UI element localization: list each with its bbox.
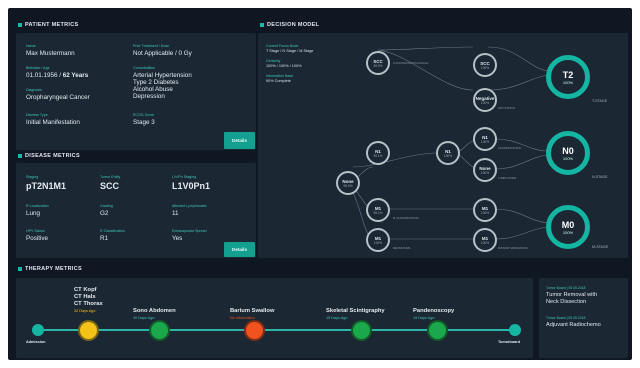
n-stage-result[interactable]: N0 100% xyxy=(546,131,590,175)
comorbidity-item: Arterial Hypertension xyxy=(133,72,192,79)
therapy-section-title: THERAPY METRICS xyxy=(18,266,82,272)
disease-type-label: Disease Type xyxy=(26,113,48,117)
timeline-event-label: Sono Abdomen xyxy=(133,308,176,314)
comorbidities-label: Comorbidities xyxy=(133,66,155,70)
decision-node[interactable]: M1 95.1% xyxy=(366,198,390,222)
edge-label: LOCATION/HISTOLOGICAL xyxy=(393,61,429,65)
birthdate-label: Birthdate / Age xyxy=(26,66,50,70)
timeline-event-dot[interactable] xyxy=(353,322,370,339)
tumorboard-label: Tumorboard xyxy=(498,340,521,344)
timeline-event-date: 30 Days Ago xyxy=(133,316,155,320)
timeline-event-date: 19 Days Ago xyxy=(326,316,348,320)
prior-value: Not Applicable / 0 Gy xyxy=(133,50,192,57)
grading-label: Grading xyxy=(100,204,113,208)
disease-details-button[interactable]: Details xyxy=(224,242,255,257)
m-stage-label: M-STAGE xyxy=(592,245,609,249)
decision-node[interactable]: N1 95.1% xyxy=(366,141,390,165)
decision-node[interactable]: SCC 100% xyxy=(473,53,497,77)
t-stage-result[interactable]: T2 100% xyxy=(546,55,590,99)
prior-label: Prior Treatment / Dose xyxy=(133,44,170,48)
rclass-value: R1 xyxy=(100,235,109,242)
extracapsular-label: Extracapsular Spread xyxy=(172,229,207,233)
tumor-label: Tumor Entity xyxy=(100,175,121,179)
lvpn-label: L/V/Pn Staging xyxy=(172,175,196,179)
decision-node[interactable]: None 95.0% xyxy=(336,171,360,195)
decision-node[interactable]: N1 100% xyxy=(436,141,460,165)
extracapsular-value: Yes xyxy=(172,235,183,242)
timeline-event-label: CT Kopf xyxy=(74,287,97,293)
timeline-event-label: Skeletal Scintigraphy xyxy=(326,308,385,314)
timeline-event-label: Pandenoscopy xyxy=(413,308,455,314)
timeline-event-date: 32 Days Ago xyxy=(74,309,96,313)
staging-label: Staging xyxy=(26,175,39,179)
patient-panel: Name Max Mustermann Birthdate / Age 01.0… xyxy=(16,33,256,150)
patient-section-title: PATIENT METRICS xyxy=(18,22,79,28)
tumor-value: SCC xyxy=(100,181,120,191)
admission-label: Admission xyxy=(26,340,46,344)
decision-node[interactable]: None 100% xyxy=(473,158,497,182)
comorbidity-item: Alcohol Abuse xyxy=(133,86,173,93)
lymphnodes-value: 11 xyxy=(172,210,179,217)
disease-section-title: DISEASE METRICS xyxy=(18,153,80,159)
timeline-event-date: 15 Days Ago xyxy=(413,316,435,320)
tumor-board-decision: Adjuvant Radiochemo xyxy=(546,322,601,328)
diagnosis-value: Oropharyngeal Cancer xyxy=(26,94,90,101)
tumorboard-dot[interactable] xyxy=(509,324,521,336)
n-stage-label: N-STAGE xyxy=(592,175,608,179)
localization-value: Lung xyxy=(26,210,41,217)
birthdate-value: 01.01.1956 / 62 Years xyxy=(26,72,89,79)
timeline-event-date: No information xyxy=(230,316,255,320)
timeline-event-label: CT Hals xyxy=(74,294,96,300)
edge-label: R CLASSIFICATION xyxy=(393,216,419,220)
disease-panel: Staging pT2N1M1 Tumor Entity SCC L/V/Pn … xyxy=(16,163,256,258)
patient-details-button[interactable]: Details xyxy=(224,132,255,149)
hpv-label: HPV Status xyxy=(26,229,45,233)
tumor-board-decision: Tumor Removal with xyxy=(546,292,598,298)
comorbidity-item: Depression xyxy=(133,93,165,100)
timeline-event-dot[interactable] xyxy=(80,322,97,339)
lvpn-value: L1V0Pn1 xyxy=(172,181,211,191)
name-value: Max Mustermann xyxy=(26,50,75,57)
decision-node[interactable]: N1 100% xyxy=(473,127,497,151)
rclass-label: R Classification xyxy=(100,229,125,233)
lymphnodes-label: Affected Lymphnodes xyxy=(172,204,207,208)
edge-label: LYMPH NODE xyxy=(498,176,517,180)
diagnosis-label: Diagnosis xyxy=(26,88,42,92)
timeline-event-label: Barium Swallow xyxy=(230,308,275,314)
tumor-board-decision: Neck Dissection xyxy=(546,299,587,305)
ecog-value: Stage 3 xyxy=(133,119,155,126)
staging-value: pT2N1M1 xyxy=(26,181,67,191)
localization-label: R Localization xyxy=(26,204,49,208)
decision-node[interactable]: M1 100% xyxy=(473,198,497,222)
decision-panel: Current Focus Node T Stage / N Stage / M… xyxy=(258,33,628,258)
edge-label: CLASSIFICATION xyxy=(498,146,521,150)
dashboard: PATIENT METRICS Name Max Mustermann Birt… xyxy=(8,8,632,360)
name-label: Name xyxy=(26,44,36,48)
decision-section-title: DECISION MODEL xyxy=(260,22,319,28)
edge-label: HPV STATUS xyxy=(498,106,516,110)
m-stage-result[interactable]: M0 100% xyxy=(546,205,590,249)
timeline-event-dot[interactable] xyxy=(246,322,263,339)
edge-label: DISTANT METASTASIS xyxy=(498,246,528,250)
comorbidity-item: Type 2 Diabetes xyxy=(133,79,179,86)
timeline-event-dot[interactable] xyxy=(429,322,446,339)
edge-label: METASTASIS xyxy=(393,246,411,250)
tumor-board-label: Tumor Board | 05.05.2018 xyxy=(546,286,586,290)
hpv-value: Positive xyxy=(26,235,49,242)
admission-dot[interactable] xyxy=(32,324,44,336)
tumor-board-label: Tumor Board | 05.05.2018 xyxy=(546,316,586,320)
decision-node[interactable]: Negative 100% xyxy=(473,88,497,112)
decision-node[interactable]: M1 100% xyxy=(366,228,390,252)
grading-value: G2 xyxy=(100,210,109,217)
timeline-event-label: CT Thorax xyxy=(74,301,103,307)
tumor-board-panel: Tumor Board | 05.05.2018 Tumor Removal w… xyxy=(539,278,628,358)
ecog-label: ECOG Score xyxy=(133,113,154,117)
disease-type-value: Initial Manifestation xyxy=(26,119,80,126)
decision-node[interactable]: SCC 95.0% xyxy=(366,51,390,75)
timeline-event-dot[interactable] xyxy=(151,322,168,339)
t-stage-label: T-STAGE xyxy=(592,99,608,103)
decision-node[interactable]: M1 100% xyxy=(473,228,497,252)
